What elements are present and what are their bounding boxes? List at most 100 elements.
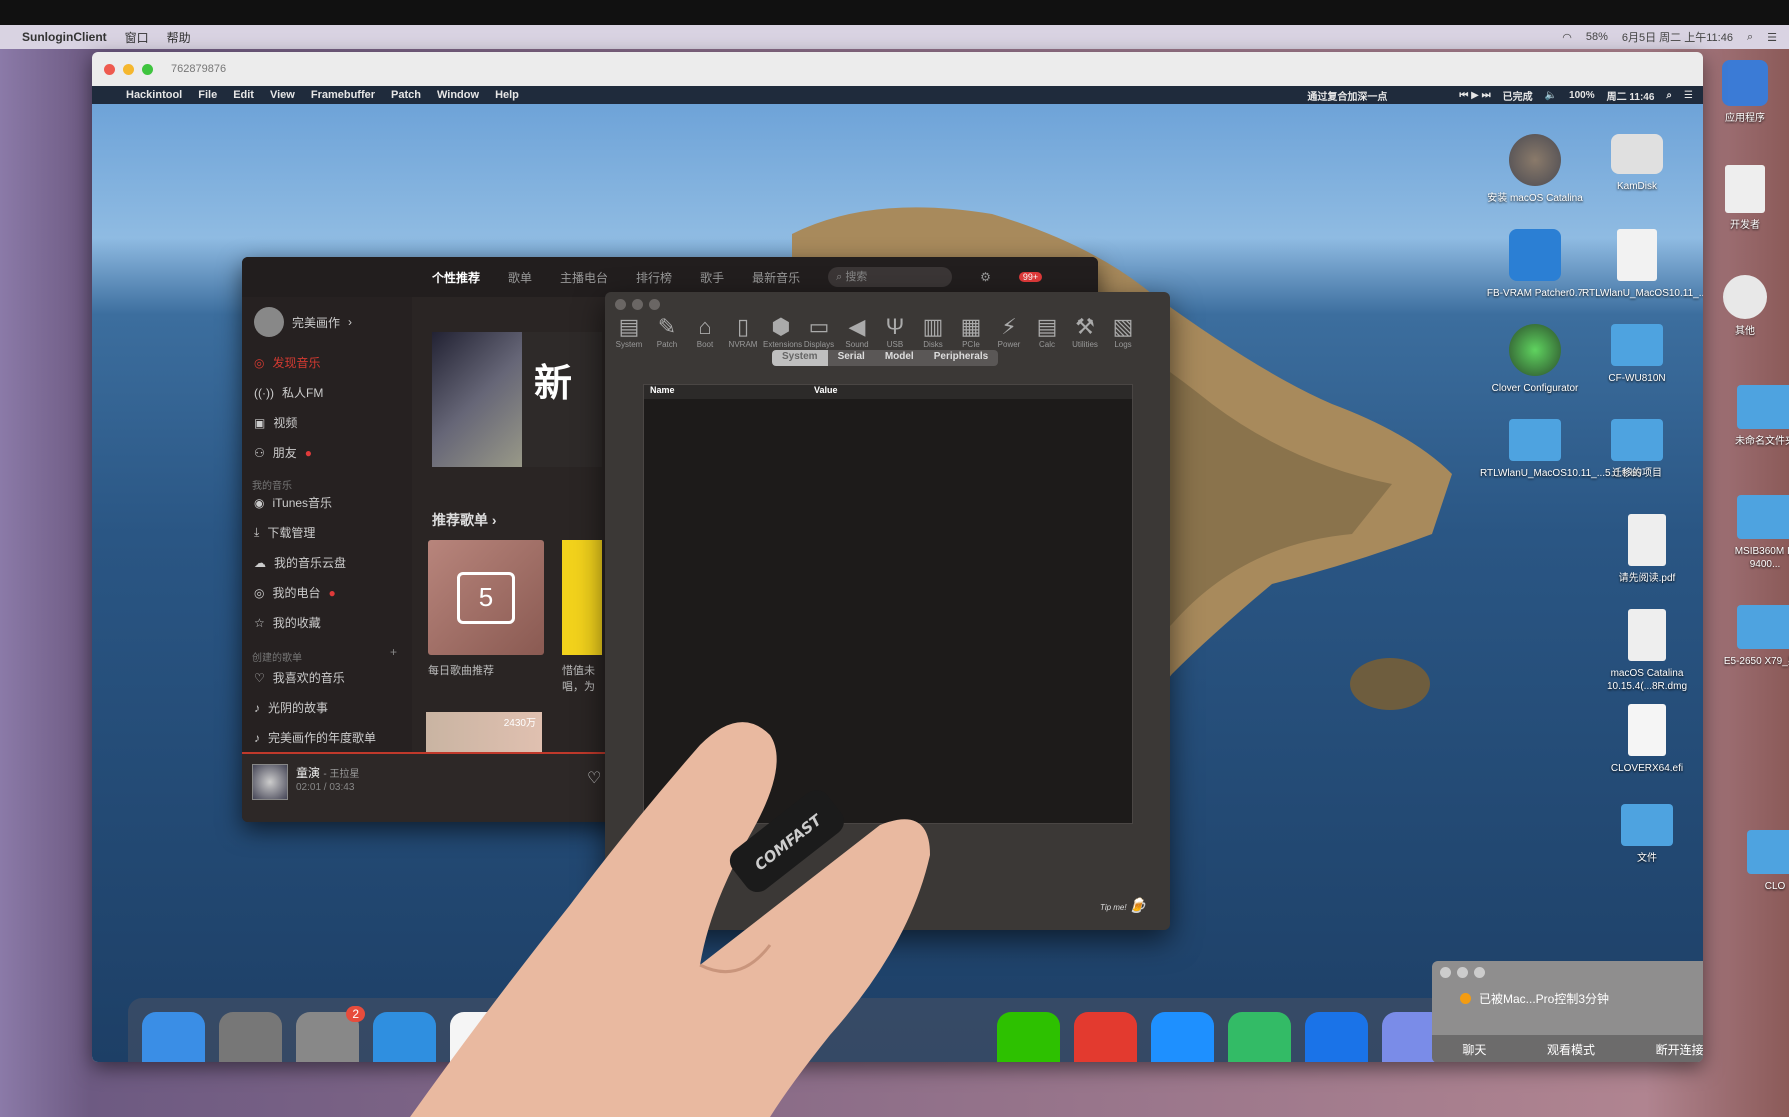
segment-peripherals[interactable]: Peripherals bbox=[923, 350, 999, 366]
tool-utilities[interactable]: ⚒ Utilities bbox=[1067, 314, 1103, 349]
feishu-icon[interactable] bbox=[1305, 1012, 1368, 1062]
host-app-menu[interactable]: SunloginClient bbox=[22, 30, 107, 44]
launchpad-icon[interactable] bbox=[219, 1012, 282, 1062]
desktop-icon[interactable]: 其他 bbox=[1700, 275, 1789, 338]
close-button[interactable] bbox=[615, 299, 626, 310]
segment-model[interactable]: Model bbox=[874, 350, 924, 366]
tool-boot[interactable]: ⌂ Boot bbox=[687, 314, 723, 349]
desktop-icon[interactable]: E5-2650 X79_黑... bbox=[1720, 605, 1789, 668]
search-icon[interactable]: ⌕ bbox=[1747, 31, 1753, 44]
tool-calc[interactable]: ▤ Calc bbox=[1029, 314, 1065, 349]
desktop-icon[interactable]: 迁移的项目 bbox=[1582, 419, 1692, 480]
desktop-icon[interactable]: macOS Catalina 10.15.4(...8R.dmg bbox=[1592, 609, 1702, 693]
desktop-icon[interactable]: RTLWlanU_MacOS10.11_...9.b6.zip bbox=[1582, 229, 1703, 300]
menu-list-icon[interactable]: ☰ bbox=[1684, 90, 1693, 101]
minimize-button[interactable] bbox=[1457, 967, 1468, 978]
tool-sound[interactable]: ◀ Sound bbox=[839, 314, 875, 349]
netease-music-icon[interactable] bbox=[1074, 1012, 1137, 1062]
playlist-item[interactable]: ♪ 完美画作的年度歌单 bbox=[254, 729, 376, 746]
playlist-item[interactable]: ♪ 光阴的故事 bbox=[254, 699, 328, 716]
battery-status[interactable]: 58% bbox=[1586, 31, 1608, 43]
host-menu-window[interactable]: 窗口 bbox=[125, 29, 149, 46]
search-input[interactable]: ⌕ 搜索 bbox=[828, 267, 953, 287]
desktop-icon[interactable]: MSIB360M I5 9400... bbox=[1720, 495, 1789, 571]
wechat-icon[interactable] bbox=[997, 1012, 1060, 1062]
tool-logs[interactable]: ▧ Logs bbox=[1105, 314, 1141, 349]
infuse-icon[interactable] bbox=[1228, 1012, 1291, 1062]
tab-new-music[interactable]: 最新音乐 bbox=[752, 269, 800, 286]
search-icon[interactable]: ⌕ bbox=[1666, 90, 1672, 101]
tool-pcie[interactable]: ▦ PCIe bbox=[953, 314, 989, 349]
zoom-button[interactable] bbox=[649, 299, 660, 310]
tool-disks[interactable]: ▥ Disks bbox=[915, 314, 951, 349]
menu-edit[interactable]: Edit bbox=[233, 89, 254, 101]
volume-icon[interactable]: 🔈 bbox=[1545, 90, 1557, 101]
zoom-button[interactable] bbox=[1474, 967, 1485, 978]
watch-mode-button[interactable]: 观看模式 bbox=[1547, 1041, 1595, 1058]
desktop-icon[interactable]: CLO bbox=[1730, 830, 1789, 893]
desktop-icon[interactable]: RTLWlanU_MacOS10.11_...5.0.9.b6 bbox=[1480, 419, 1641, 480]
sidebar-item-downloads[interactable]: ⤓ 下载管理 bbox=[254, 524, 315, 541]
menu-list-icon[interactable]: ☰ bbox=[1767, 31, 1777, 44]
sidebar-item-itunes[interactable]: ◉ iTunes音乐 bbox=[254, 494, 332, 511]
tab-charts[interactable]: 排行榜 bbox=[636, 269, 672, 286]
desktop-icon[interactable]: 请先阅读.pdf bbox=[1592, 514, 1702, 585]
user-profile[interactable]: 完美画作 › bbox=[254, 307, 352, 337]
wifi-icon[interactable]: ◠ bbox=[1562, 31, 1572, 44]
tab-playlists[interactable]: 歌单 bbox=[508, 269, 532, 286]
close-button[interactable] bbox=[104, 63, 115, 75]
message-badge[interactable]: 99+ bbox=[1018, 272, 1043, 282]
tab-artists[interactable]: 歌手 bbox=[700, 269, 724, 286]
desktop-icon[interactable]: CLOVERX64.efi bbox=[1592, 704, 1702, 775]
menu-view[interactable]: View bbox=[270, 89, 295, 101]
close-button[interactable] bbox=[1440, 967, 1451, 978]
battery-status[interactable]: 100% bbox=[1569, 90, 1595, 101]
sidebar-item-discover[interactable]: ◎ 发现音乐 bbox=[254, 354, 321, 371]
desktop-icon[interactable]: 开发者 bbox=[1700, 165, 1789, 232]
minimize-button[interactable] bbox=[123, 63, 134, 75]
host-menu-help[interactable]: 帮助 bbox=[167, 29, 191, 46]
playlist-item[interactable]: ♡ 我喜欢的音乐 bbox=[254, 669, 345, 686]
gear-icon[interactable]: ⚙ bbox=[980, 270, 991, 284]
album-cover[interactable] bbox=[252, 764, 288, 800]
section-title[interactable]: 推荐歌单 › bbox=[432, 510, 497, 530]
sidebar-item-friends[interactable]: ⚇ 朋友 ● bbox=[254, 444, 312, 461]
sidebar-item-cloud[interactable]: ☁ 我的音乐云盘 bbox=[254, 554, 346, 571]
chat-button[interactable]: 聊天 bbox=[1462, 1041, 1486, 1058]
sidebar-item-favorites[interactable]: ☆ 我的收藏 bbox=[254, 614, 321, 631]
desktop-icon[interactable]: 应用程序 bbox=[1700, 60, 1789, 125]
segment-system[interactable]: System bbox=[772, 350, 828, 366]
tool-power[interactable]: ⚡ Power bbox=[991, 314, 1027, 349]
tool-displays[interactable]: ▭ Displays bbox=[801, 314, 837, 349]
desktop-icon[interactable]: KamDisk bbox=[1582, 134, 1692, 193]
finder-icon[interactable] bbox=[142, 1012, 205, 1062]
tool-usb[interactable]: Ψ USB bbox=[877, 314, 913, 349]
menu-window[interactable]: Window bbox=[437, 89, 479, 101]
tool-nvram[interactable]: ▯ NVRAM bbox=[725, 314, 761, 349]
column-name[interactable]: Name bbox=[650, 385, 675, 395]
media-controls-icon[interactable]: ⏮ ▶ ⏭ bbox=[1459, 90, 1490, 101]
menu-app[interactable]: Hackintool bbox=[126, 89, 182, 101]
tool-patch[interactable]: ✎ Patch bbox=[649, 314, 685, 349]
menu-help[interactable]: Help bbox=[495, 89, 519, 101]
sidebar-item-fm[interactable]: ((·)) 私人FM bbox=[254, 384, 323, 401]
desktop-icon[interactable]: 安装 macOS Catalina bbox=[1480, 134, 1590, 205]
system-preferences-icon[interactable]: 2 bbox=[296, 1006, 365, 1062]
tool-system[interactable]: ▤ System bbox=[611, 314, 647, 349]
remote-clock[interactable]: 周二 11:46 bbox=[1607, 88, 1655, 103]
add-playlist-button[interactable]: + bbox=[390, 645, 397, 659]
desktop-icon[interactable]: 未命名文件夹 bbox=[1720, 385, 1789, 448]
zoom-button[interactable] bbox=[142, 63, 153, 75]
menu-patch[interactable]: Patch bbox=[391, 89, 421, 101]
sidebar-item-my-radio[interactable]: ◎ 我的电台 ● bbox=[254, 584, 336, 601]
segment-serial[interactable]: Serial bbox=[827, 350, 875, 366]
menu-framebuffer[interactable]: Framebuffer bbox=[311, 89, 375, 101]
menu-file[interactable]: File bbox=[198, 89, 217, 101]
column-value[interactable]: Value bbox=[814, 385, 838, 395]
desktop-icon[interactable]: Clover Configurator bbox=[1480, 324, 1590, 395]
playlist-card-daily[interactable]: 5 bbox=[428, 540, 544, 655]
desktop-icon[interactable]: 文件 bbox=[1592, 804, 1702, 865]
playlist-card[interactable] bbox=[562, 540, 602, 655]
tab-radio[interactable]: 主播电台 bbox=[560, 269, 608, 286]
app-store-like-icon[interactable] bbox=[1151, 1012, 1214, 1062]
